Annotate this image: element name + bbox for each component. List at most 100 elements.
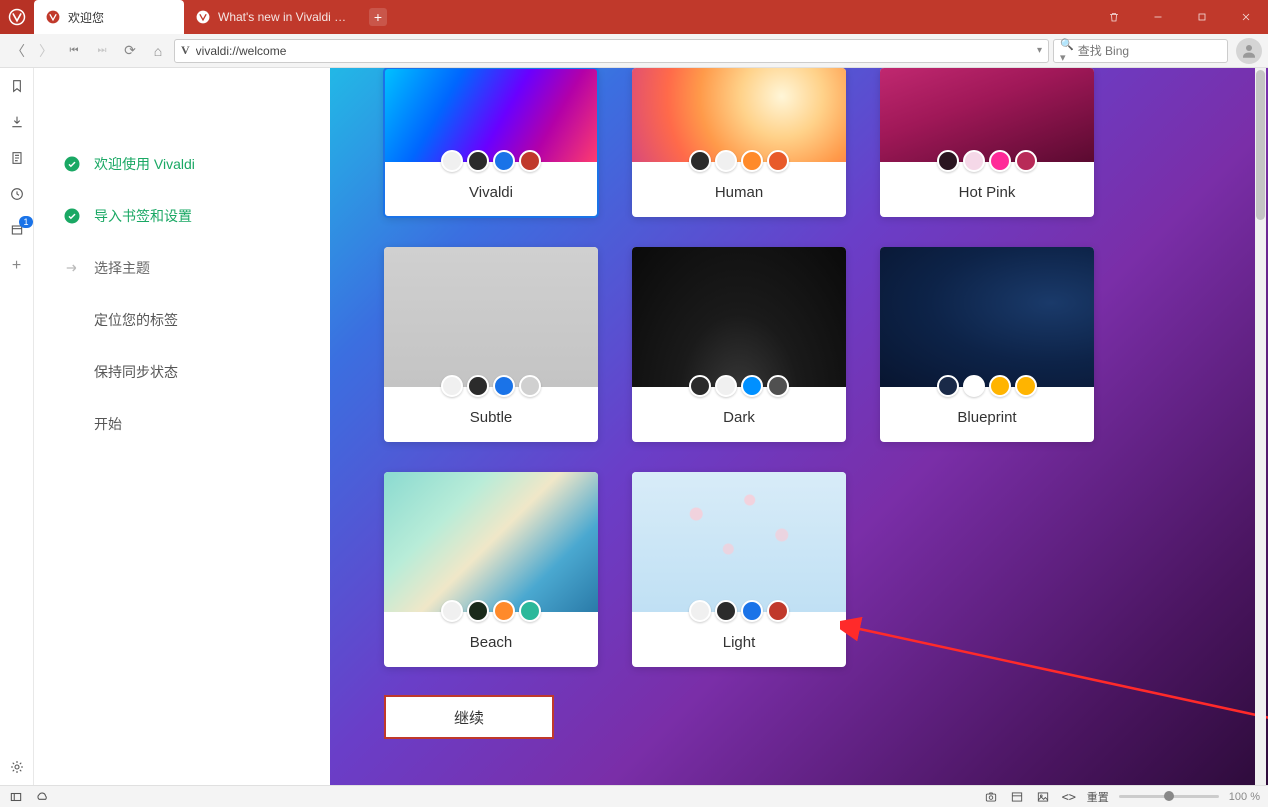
url-field-wrapper[interactable]: V ▾	[174, 39, 1049, 63]
tiling-icon[interactable]	[1009, 789, 1025, 805]
forward-button[interactable]: 〉	[34, 39, 58, 63]
side-panel: 1 +	[0, 68, 34, 785]
vivaldi-icon	[196, 10, 210, 24]
step-label: 导入书签和设置	[94, 206, 192, 226]
color-swatch	[493, 600, 515, 622]
tab-whatsnew[interactable]: What's new in Vivaldi 2.6 | V	[184, 0, 364, 34]
theme-card-light[interactable]: Light	[632, 472, 846, 667]
reload-button[interactable]: ⟳	[118, 39, 142, 63]
panel-badge: 1	[19, 216, 32, 228]
theme-label: Human	[632, 170, 846, 217]
step-start[interactable]: 开始	[62, 398, 310, 450]
page-actions-icon[interactable]: <>	[1061, 789, 1077, 805]
home-button[interactable]: ⌂	[146, 39, 170, 63]
theme-label: Beach	[384, 620, 598, 667]
main-area: 1 + 欢迎使用 Vivaldi 导入书签和设置 选择主题 定位您的标签	[0, 68, 1268, 785]
window-panel-icon[interactable]: 1	[7, 220, 27, 240]
sync-status-icon[interactable]	[34, 789, 50, 805]
site-info-icon[interactable]: V	[181, 43, 190, 58]
images-toggle-icon[interactable]	[1035, 789, 1051, 805]
panel-toggle-icon[interactable]	[8, 789, 24, 805]
theme-card-subtle[interactable]: Subtle	[384, 247, 598, 442]
url-input[interactable]	[196, 44, 1031, 58]
step-label: 欢迎使用 Vivaldi	[94, 154, 195, 174]
color-swatch	[689, 150, 711, 172]
status-bar: <> 重置 100 %	[0, 785, 1268, 807]
step-import[interactable]: 导入书签和设置	[62, 190, 310, 242]
themes-grid: Vivaldi Human Hot Pink SubtleDarkBlueprint B…	[384, 68, 1214, 667]
color-swatch	[467, 150, 489, 172]
color-swatch	[519, 600, 541, 622]
notes-panel-icon[interactable]	[7, 148, 27, 168]
theme-swatches	[384, 150, 598, 170]
color-swatch	[963, 150, 985, 172]
tab-welcome[interactable]: 欢迎您	[34, 0, 184, 34]
theme-card-beach[interactable]: Beach	[384, 472, 598, 667]
color-swatch	[715, 600, 737, 622]
step-welcome[interactable]: 欢迎使用 Vivaldi	[62, 138, 310, 190]
zoom-slider[interactable]	[1119, 795, 1219, 798]
color-swatch	[715, 150, 737, 172]
color-swatch	[767, 150, 789, 172]
color-swatch	[493, 375, 515, 397]
zoom-reset-button[interactable]: 重置	[1087, 789, 1109, 805]
color-swatch	[937, 150, 959, 172]
capture-icon[interactable]	[983, 789, 999, 805]
search-input[interactable]	[1078, 44, 1233, 58]
close-button[interactable]	[1224, 0, 1268, 34]
trash-button[interactable]	[1092, 0, 1136, 34]
theme-card-blueprint[interactable]: Blueprint	[880, 247, 1094, 442]
back-button[interactable]: 〈	[6, 39, 30, 63]
continue-button[interactable]: 继续	[384, 695, 554, 739]
fastforward-button[interactable]: ⏭	[90, 39, 114, 63]
url-dropdown-icon[interactable]: ▾	[1037, 45, 1042, 56]
history-panel-icon[interactable]	[7, 184, 27, 204]
theme-card-hot-pink[interactable]: Hot Pink	[880, 68, 1094, 217]
settings-icon[interactable]	[7, 757, 27, 777]
theme-thumbnail	[632, 68, 846, 162]
theme-label: Light	[632, 620, 846, 667]
vertical-scrollbar[interactable]	[1255, 68, 1266, 785]
window-controls	[1092, 0, 1268, 34]
maximize-button[interactable]	[1180, 0, 1224, 34]
theme-thumbnail	[384, 247, 598, 387]
zoom-level: 100 %	[1229, 791, 1260, 803]
color-swatch	[989, 375, 1011, 397]
theme-swatches	[384, 375, 598, 395]
theme-card-dark[interactable]: Dark	[632, 247, 846, 442]
vivaldi-app-icon[interactable]	[0, 0, 34, 34]
color-swatch	[767, 600, 789, 622]
content-area: 欢迎使用 Vivaldi 导入书签和设置 选择主题 定位您的标签 保持同步状态 …	[34, 68, 1268, 785]
theme-swatches	[632, 375, 846, 395]
color-swatch	[441, 375, 463, 397]
search-engine-icon[interactable]: 🔍▾	[1060, 38, 1074, 64]
theme-swatches	[880, 150, 1094, 170]
rewind-button[interactable]: ⏮	[62, 39, 86, 63]
step-label: 定位您的标签	[94, 310, 178, 330]
step-sync[interactable]: 保持同步状态	[62, 346, 310, 398]
color-swatch	[767, 375, 789, 397]
add-panel-icon[interactable]: +	[7, 256, 27, 276]
tab-label: 欢迎您	[68, 9, 172, 26]
color-swatch	[741, 375, 763, 397]
theme-thumbnail	[384, 472, 598, 612]
profile-avatar[interactable]	[1236, 38, 1262, 64]
new-tab[interactable]: +	[364, 0, 392, 34]
titlebar: 欢迎您 What's new in Vivaldi 2.6 | V +	[0, 0, 1268, 34]
theme-stage: Vivaldi Human Hot Pink SubtleDarkBlueprint B…	[330, 68, 1268, 785]
minimize-button[interactable]	[1136, 0, 1180, 34]
color-swatch	[741, 150, 763, 172]
step-theme[interactable]: 选择主题	[62, 242, 310, 294]
downloads-panel-icon[interactable]	[7, 112, 27, 132]
search-field-wrapper[interactable]: 🔍▾ ▾	[1053, 39, 1228, 63]
bookmarks-panel-icon[interactable]	[7, 76, 27, 96]
theme-thumbnail	[880, 247, 1094, 387]
color-swatch	[441, 600, 463, 622]
theme-card-human[interactable]: Human	[632, 68, 846, 217]
color-swatch	[1015, 150, 1037, 172]
color-swatch	[519, 150, 541, 172]
theme-thumbnail	[880, 68, 1094, 162]
theme-thumbnail	[632, 247, 846, 387]
step-tabs[interactable]: 定位您的标签	[62, 294, 310, 346]
theme-card-vivaldi[interactable]: Vivaldi	[384, 68, 598, 217]
